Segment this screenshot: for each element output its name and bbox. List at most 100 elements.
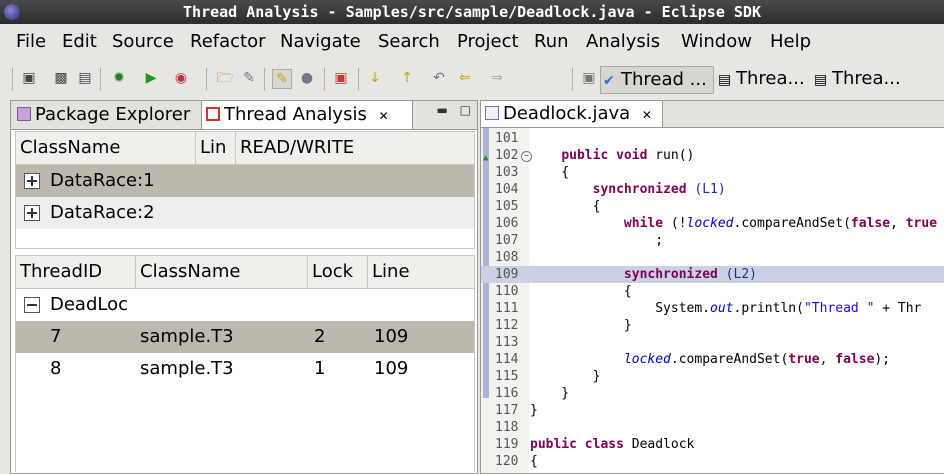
print-icon[interactable]: ▤	[76, 69, 94, 87]
code-text: {	[530, 199, 601, 214]
forward-icon[interactable]: ⇒	[488, 69, 506, 87]
run-icon[interactable]: ▶	[142, 69, 160, 87]
code-line[interactable]: 108	[481, 249, 944, 266]
code-line[interactable]: 105 {	[481, 198, 944, 215]
editor-tabs: Deadlock.java ✕	[481, 101, 944, 128]
table-row[interactable]: 7 sample.T3 2 109	[16, 321, 474, 353]
table-row[interactable]: DataRace:1	[16, 165, 474, 197]
code-line[interactable]: 117}	[481, 402, 944, 419]
deadlock-table-header: ThreadID ClassName Lock Line	[16, 256, 474, 289]
debug-icon[interactable]: ✹	[110, 69, 128, 87]
next-annotation-icon[interactable]: ↓	[366, 69, 384, 87]
column-classname[interactable]: ClassName	[136, 256, 308, 288]
window-title: Thread Analysis - Samples/src/sample/Dea…	[183, 3, 761, 21]
menu-search[interactable]: Search	[378, 31, 440, 52]
back-icon[interactable]: ⇐	[456, 69, 474, 87]
column-line[interactable]: Lin	[196, 132, 236, 164]
line-number: 101	[495, 131, 519, 146]
deadlock-table: ThreadID ClassName Lock Line DeadLoc 7 s…	[15, 255, 475, 472]
code-line[interactable]: 119 public class Deadlock	[481, 436, 944, 453]
main-toolbar: ▣ ▩ ▤ ✹ ▶ ◉ 🗁 ✎ ✎ ● ▣ ↓ ↑ ↶ ⇐ ⇒ ▣ ✔ Thre…	[0, 60, 944, 98]
code-line[interactable]: 113	[481, 334, 944, 351]
menu-refactor[interactable]: Refactor	[190, 31, 266, 52]
menu-run[interactable]: Run	[534, 31, 569, 52]
line-number: 113	[495, 335, 519, 350]
code-line[interactable]: 118	[481, 419, 944, 436]
open-perspective-icon[interactable]: ▣	[580, 69, 598, 87]
last-edit-icon[interactable]: ↶	[430, 69, 448, 87]
line-number: 119	[495, 437, 519, 452]
edit-icon[interactable]: ✎	[240, 69, 258, 87]
tab-thread-analysis[interactable]: Thread Analysis ✕	[201, 101, 413, 129]
menu-source[interactable]: Source	[112, 31, 174, 52]
save-icon[interactable]: ▩	[52, 69, 70, 87]
table-row[interactable]: DataRace:2	[16, 197, 474, 229]
perspective-icon: ▤	[718, 72, 732, 88]
package-icon	[17, 107, 31, 121]
line-number: 106	[495, 216, 519, 231]
code-line[interactable]: 110 {	[481, 283, 944, 300]
collapse-icon[interactable]	[24, 297, 40, 313]
line-number: 120	[495, 454, 519, 469]
maximize-icon[interactable]: □	[460, 103, 471, 117]
toggle-mark-icon[interactable]: ●	[298, 69, 316, 87]
code-text: locked.compareAndSet(true, false);	[623, 352, 891, 367]
code-text: ;	[530, 233, 664, 248]
menu-analysis[interactable]: Analysis	[586, 31, 660, 52]
tab-deadlock-java[interactable]: Deadlock.java ✕	[481, 101, 663, 127]
column-thread-id[interactable]: ThreadID	[16, 256, 136, 288]
code-line[interactable]: 114 locked.compareAndSet(true, false);	[481, 351, 944, 368]
stop-icon[interactable]: ▣	[332, 69, 350, 87]
race-table-header: ClassName Lin READ/WRITE	[16, 132, 474, 165]
menu-help[interactable]: Help	[770, 31, 811, 52]
previous-annotation-icon[interactable]: ↑	[398, 69, 416, 87]
line-number: 117	[495, 403, 519, 418]
code-line[interactable]: 115 }	[481, 368, 944, 385]
code-line[interactable]: 104 synchronized (L1)	[481, 181, 944, 198]
expand-icon[interactable]	[24, 205, 40, 221]
menu-file[interactable]: File	[16, 31, 46, 52]
perspective-2[interactable]: ▤ Threa...	[716, 66, 805, 92]
code-line[interactable]: 101	[481, 130, 944, 147]
code-line[interactable]: 112 }	[481, 317, 944, 334]
code-line[interactable]: 107 ;	[481, 232, 944, 249]
line-number: 115	[495, 369, 519, 384]
code-line[interactable]: 116 }	[481, 385, 944, 402]
code-line[interactable]: 109 synchronized (L2)	[481, 266, 944, 283]
code-text: while (!locked.compareAndSet(false, true	[623, 216, 938, 231]
code-text: public class Deadlock	[530, 437, 695, 452]
tab-package-explorer[interactable]: Package Explorer	[13, 101, 201, 129]
code-line[interactable]: 120 {	[481, 453, 944, 470]
highlight-icon[interactable]: ✎	[272, 69, 292, 89]
fold-toggle-icon[interactable]: −	[521, 151, 532, 162]
external-tools-icon[interactable]: ◉	[172, 69, 190, 87]
line-number: 110	[495, 284, 519, 299]
column-classname[interactable]: ClassName	[16, 132, 196, 164]
open-folder-icon[interactable]: 🗁	[216, 69, 234, 87]
code-line[interactable]: 102 public void run() − ▲	[481, 147, 944, 164]
table-row[interactable]: DeadLoc	[16, 289, 474, 321]
perspective-icon: ▤	[814, 72, 828, 88]
close-icon[interactable]: ✕	[379, 109, 389, 123]
new-icon[interactable]: ▣	[20, 69, 38, 87]
code-line[interactable]: 103 {	[481, 164, 944, 181]
line-number: 111	[495, 301, 519, 316]
line-number: 105	[495, 199, 519, 214]
column-read-write[interactable]: READ/WRITE	[236, 132, 474, 164]
expand-icon[interactable]	[24, 173, 40, 189]
minimize-icon[interactable]: ▬	[436, 103, 447, 117]
code-text: }	[530, 386, 570, 401]
code-line[interactable]: 106 while (!locked.compareAndSet(false, …	[481, 215, 944, 232]
menu-navigate[interactable]: Navigate	[280, 31, 361, 52]
code-line[interactable]: 111 System.out.println("Thread " + Thr	[481, 300, 944, 317]
table-row[interactable]: 8 sample.T3 1 109	[16, 353, 474, 385]
perspective-3[interactable]: ▤ Threa...	[812, 66, 901, 92]
menu-edit[interactable]: Edit	[62, 31, 97, 52]
column-lock[interactable]: Lock	[308, 256, 368, 288]
menu-project[interactable]: Project	[457, 31, 519, 52]
menu-window[interactable]: Window	[681, 31, 752, 52]
thread-analysis-icon	[206, 107, 220, 121]
perspective-thread-analysis[interactable]: ✔ Thread ...	[600, 66, 714, 94]
column-line[interactable]: Line	[368, 256, 474, 288]
close-icon[interactable]: ✕	[642, 108, 652, 122]
